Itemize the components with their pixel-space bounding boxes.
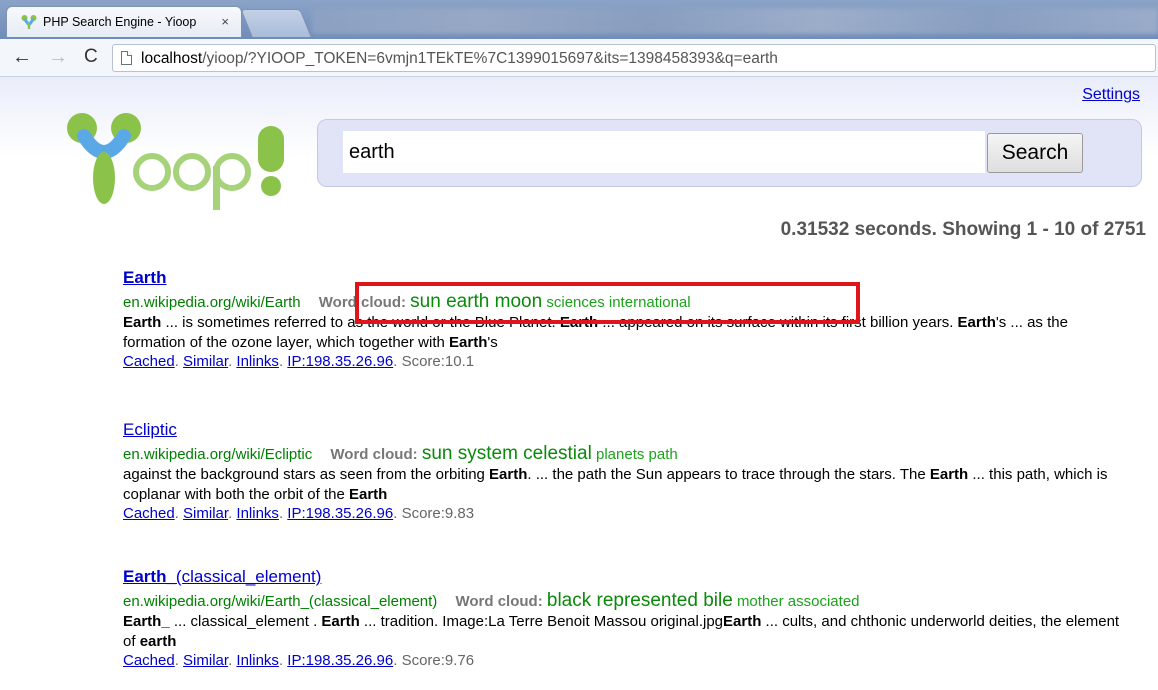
word-cloud-minor-terms: planets path: [596, 446, 678, 463]
word-cloud-highlight-box: [355, 282, 860, 324]
blurred-background-tabs: [312, 8, 1158, 34]
search-input[interactable]: [343, 131, 985, 173]
word-cloud-label: Word cloud:: [455, 593, 543, 610]
result-score: Score:10.1: [401, 353, 475, 370]
url-path: /yioop/?YIOOP_TOKEN=6vmjn1TEkTE%7C139901…: [202, 50, 778, 67]
cached-link[interactable]: Cached: [123, 505, 175, 522]
result-title-link[interactable]: Earth_(classical_element): [123, 567, 321, 587]
result-snippet: against the background stars as seen fro…: [123, 466, 1108, 503]
tab-close-icon[interactable]: ×: [221, 14, 229, 29]
similar-link[interactable]: Similar: [183, 652, 228, 669]
result-title-link[interactable]: Ecliptic: [123, 420, 177, 440]
similar-link[interactable]: Similar: [183, 505, 228, 522]
tab-strip: PHP Search Engine - Yioop ×: [0, 0, 1158, 39]
cached-link[interactable]: Cached: [123, 353, 175, 370]
address-bar[interactable]: localhost/yioop/?YIOOP_TOKEN=6vmjn1TEkTE…: [112, 44, 1156, 72]
settings-link[interactable]: Settings: [1082, 86, 1140, 104]
tab-title: PHP Search Engine - Yioop: [43, 15, 197, 29]
result-links: Cached. Similar. Inlinks. IP:198.35.26.9…: [123, 652, 475, 669]
ip-link[interactable]: IP:198.35.26.96: [287, 353, 393, 370]
yioop-favicon-icon: [21, 15, 37, 29]
yioop-logo[interactable]: [60, 106, 300, 216]
result-url: en.wikipedia.org/wiki/Ecliptic: [123, 446, 313, 463]
result-score: Score:9.76: [401, 652, 475, 669]
ip-link[interactable]: IP:198.35.26.96: [287, 505, 393, 522]
search-result: Ecliptic en.wikipedia.org/wiki/Ecliptic …: [123, 420, 1133, 522]
word-cloud-main-terms: black represented bile: [546, 590, 733, 611]
result-score: Score:9.83: [401, 505, 475, 522]
result-title-link[interactable]: Earth: [123, 268, 166, 288]
similar-link[interactable]: Similar: [183, 353, 228, 370]
word-cloud-main-terms: sun system celestial: [421, 443, 592, 464]
browser-toolbar: ← → C localhost/yioop/?YIOOP_TOKEN=6vmjn…: [0, 39, 1158, 77]
cached-link[interactable]: Cached: [123, 652, 175, 669]
result-links: Cached. Similar. Inlinks. IP:198.35.26.9…: [123, 353, 475, 370]
result-url: en.wikipedia.org/wiki/Earth: [123, 294, 301, 311]
result-snippet: Earth_ ... classical_element . Earth ...…: [123, 613, 1120, 650]
back-arrow-icon[interactable]: ←: [12, 47, 32, 67]
inlinks-link[interactable]: Inlinks: [236, 652, 279, 669]
url-text[interactable]: localhost/yioop/?YIOOP_TOKEN=6vmjn1TEkTE…: [141, 50, 778, 68]
result-url: en.wikipedia.org/wiki/Earth_(classical_e…: [123, 593, 438, 610]
result-stats: 0.31532 seconds. Showing 1 - 10 of 2751: [780, 219, 1146, 240]
word-cloud-label: Word cloud:: [330, 446, 418, 463]
reload-icon[interactable]: C: [84, 47, 98, 67]
result-url-line: en.wikipedia.org/wiki/Ecliptic Word clou…: [123, 443, 1133, 465]
inlinks-link[interactable]: Inlinks: [236, 505, 279, 522]
page-icon: [121, 51, 132, 65]
result-url-line: en.wikipedia.org/wiki/Earth_(classical_e…: [123, 590, 1133, 612]
search-result: Earth_(classical_element) en.wikipedia.o…: [123, 567, 1133, 669]
result-title-rest: (classical_element): [175, 567, 322, 586]
result-links: Cached. Similar. Inlinks. IP:198.35.26.9…: [123, 505, 475, 522]
word-cloud-minor-terms: mother associated: [736, 593, 860, 610]
tab-active[interactable]: PHP Search Engine - Yioop ×: [6, 6, 242, 37]
ip-link[interactable]: IP:198.35.26.96: [287, 652, 393, 669]
url-host: localhost: [141, 50, 203, 67]
result-title-bold: Earth_: [123, 567, 176, 586]
new-tab-button[interactable]: [240, 9, 312, 37]
search-button[interactable]: Search: [987, 133, 1083, 173]
forward-arrow-icon[interactable]: →: [48, 47, 68, 67]
inlinks-link[interactable]: Inlinks: [236, 353, 279, 370]
